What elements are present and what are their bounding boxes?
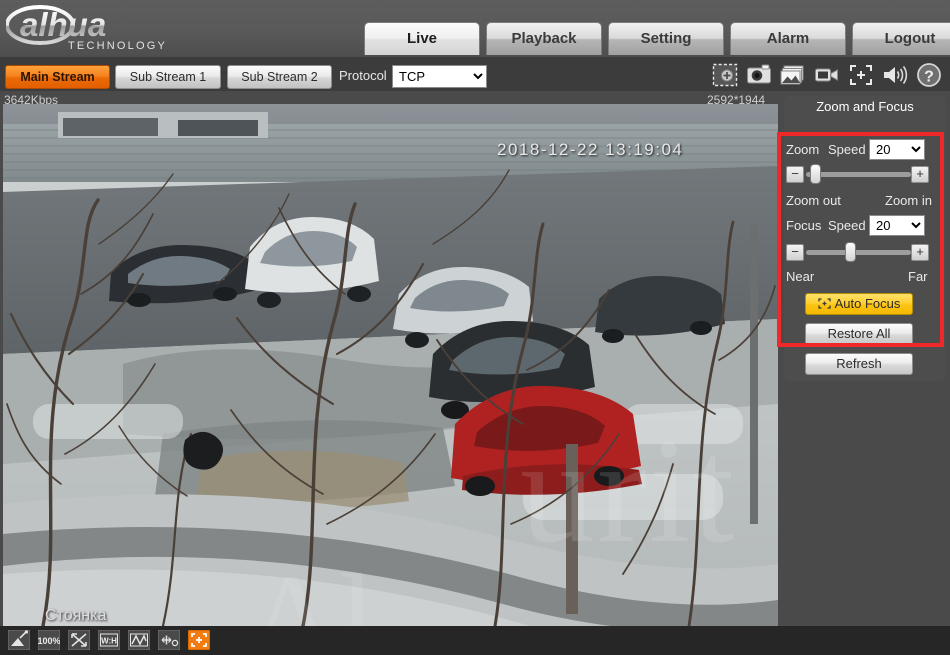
main-stream-button[interactable]: Main Stream	[5, 65, 110, 89]
image-adjust-icon[interactable]	[8, 630, 30, 650]
zoom-in-label: Zoom in	[885, 193, 932, 208]
stream-action-icons: ?	[712, 62, 942, 88]
digital-zoom-icon[interactable]	[712, 62, 738, 88]
protocol-label: Protocol	[339, 68, 387, 83]
triple-snapshot-icon[interactable]	[780, 62, 806, 88]
refresh-button[interactable]: Refresh	[805, 353, 913, 375]
dahua-live-view-page: alhua TECHNOLOGY Live Playback Setting A…	[0, 0, 950, 655]
focus-speed-label: Speed	[828, 218, 866, 233]
aspect-ratio-icon[interactable]: W:H	[98, 630, 120, 650]
snapshot-icon[interactable]	[746, 62, 772, 88]
restore-all-button[interactable]: Restore All	[805, 323, 913, 345]
svg-text:W:H: W:H	[101, 637, 117, 646]
zoom-out-step-button[interactable]: −	[786, 166, 804, 183]
svg-text:?: ?	[924, 69, 934, 86]
zoom-speed-label: Speed	[828, 142, 866, 157]
panel-title: Zoom and Focus	[816, 99, 914, 114]
live-video-view[interactable]	[3, 104, 778, 626]
zoom-slider-track[interactable]	[806, 172, 911, 177]
tab-live[interactable]: Live	[364, 22, 480, 55]
focus-far-step-button[interactable]: +	[911, 244, 929, 261]
record-icon[interactable]	[814, 62, 840, 88]
page-header: alhua TECHNOLOGY Live Playback Setting A…	[0, 0, 950, 57]
help-icon[interactable]: ?	[916, 62, 942, 88]
sub-stream-2-button[interactable]: Sub Stream 2	[227, 65, 332, 89]
audio-icon[interactable]	[882, 62, 908, 88]
zoom-slider-handle[interactable]	[809, 164, 821, 184]
fluency-icon[interactable]	[128, 630, 150, 650]
easy-focus-icon[interactable]	[848, 62, 874, 88]
tab-setting[interactable]: Setting	[608, 22, 724, 55]
svg-text:TECHNOLOGY: TECHNOLOGY	[68, 40, 167, 52]
rules-info-icon[interactable]	[158, 630, 180, 650]
focus-label: Focus	[786, 218, 822, 233]
zoom-out-label: Zoom out	[786, 193, 841, 208]
tab-logout[interactable]: Logout	[852, 22, 950, 55]
focus-far-label: Far	[908, 269, 928, 284]
easy-focus-toggle-icon[interactable]	[188, 630, 210, 650]
zoom-speed-select[interactable]: 15102050100	[869, 139, 925, 160]
focus-near-step-button[interactable]: −	[786, 244, 804, 261]
auto-focus-icon	[817, 298, 831, 309]
focus-slider-handle[interactable]	[844, 242, 856, 262]
svg-text:alhua: alhua	[20, 6, 106, 43]
protocol-select[interactable]: TCPUDPMulticast	[392, 65, 487, 88]
sub-stream-1-button[interactable]: Sub Stream 1	[115, 65, 221, 89]
focus-slider-track[interactable]	[806, 250, 911, 255]
focus-near-label: Near	[786, 269, 815, 284]
tab-alarm[interactable]: Alarm	[730, 22, 846, 55]
focus-speed-select[interactable]: 15102050100	[869, 215, 925, 236]
zoom-label: Zoom	[786, 142, 820, 157]
original-size-icon[interactable]: 100%	[38, 630, 60, 650]
full-screen-icon[interactable]	[68, 630, 90, 650]
auto-focus-label: Auto Focus	[834, 296, 901, 311]
svg-text:100%: 100%	[38, 636, 60, 646]
zoom-in-step-button[interactable]: +	[911, 166, 929, 183]
tab-playback[interactable]: Playback	[486, 22, 602, 55]
dahua-logo: alhua TECHNOLOGY	[6, 4, 266, 52]
auto-focus-button[interactable]: Auto Focus	[805, 293, 913, 315]
main-navigation: Live Playback Setting Alarm Logout	[364, 22, 950, 55]
